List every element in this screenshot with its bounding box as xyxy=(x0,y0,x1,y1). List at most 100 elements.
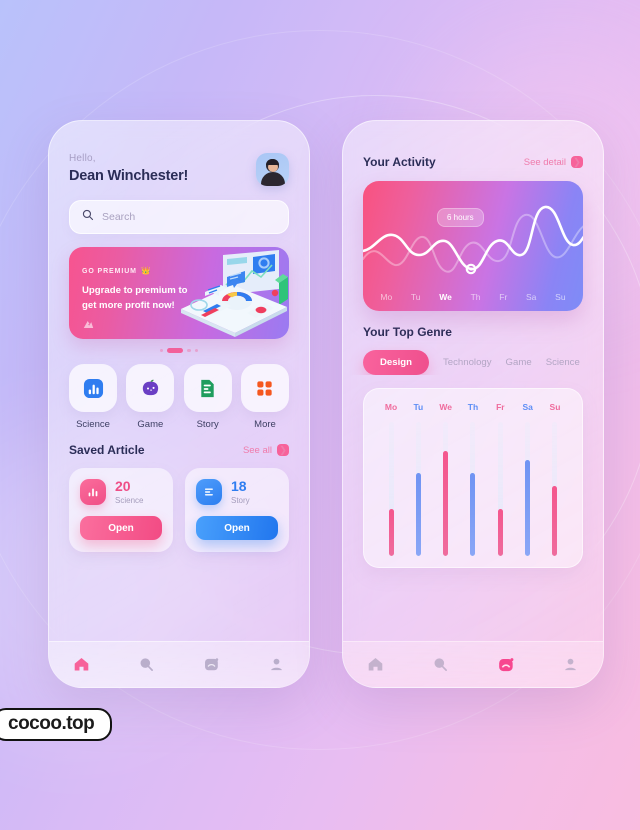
category-item-more[interactable]: More xyxy=(240,364,289,430)
bar-day-label: Sa xyxy=(522,402,533,412)
saved-article-list: 20 Science Open 18 Story Open xyxy=(49,457,309,552)
profile-icon xyxy=(565,658,576,671)
genre-title: Your Top Genre xyxy=(363,325,452,339)
tab-design[interactable]: Design xyxy=(363,350,429,375)
see-all-link[interactable]: See all ❯ xyxy=(243,444,289,456)
avatar-hair xyxy=(266,159,279,165)
bar-fill xyxy=(388,509,394,556)
bar-fill xyxy=(443,451,449,556)
activity-icon xyxy=(205,658,219,671)
saved-article-card[interactable]: 20 Science Open xyxy=(69,468,173,552)
carousel-dot-active[interactable] xyxy=(167,348,184,353)
bar-tu[interactable] xyxy=(409,422,427,556)
bar-th[interactable] xyxy=(464,422,482,556)
see-all-label: See all xyxy=(242,444,272,456)
bar-su[interactable] xyxy=(546,422,564,556)
open-button[interactable]: Open xyxy=(80,516,162,540)
nav-item-profile[interactable] xyxy=(266,654,288,676)
banner-line-2: get more profit now! xyxy=(82,299,175,311)
article-count: 20 xyxy=(115,478,131,494)
saved-article-card[interactable]: 18 Story Open xyxy=(185,468,289,552)
nav-item-profile[interactable] xyxy=(560,654,582,676)
premium-banner[interactable]: GO PREMIUM 👑 Upgrade to premium to get m… xyxy=(69,247,289,339)
carousel-dot[interactable] xyxy=(159,348,164,353)
category-item-science[interactable]: Science xyxy=(69,364,117,430)
bar-chart-day-labels: Mo Tu We Th Fr Sa Su xyxy=(376,402,570,412)
bar-track xyxy=(470,422,476,556)
article-label: Science xyxy=(115,496,144,505)
bar-fill xyxy=(470,472,476,556)
avatar[interactable] xyxy=(256,153,289,186)
bar-mo[interactable] xyxy=(382,422,400,556)
bar-fr[interactable] xyxy=(491,422,509,556)
day-label: Su xyxy=(555,292,566,302)
bar-track xyxy=(525,422,531,556)
watermark: cocoo.top xyxy=(0,708,113,741)
see-detail-link[interactable]: See detail ❯ xyxy=(524,156,583,168)
nav-item-search[interactable] xyxy=(430,654,452,676)
saved-article-header: Saved Article See all ❯ xyxy=(49,430,309,457)
profile-icon xyxy=(271,658,282,671)
bar-sa[interactable] xyxy=(519,422,537,556)
banner-kicker-row: GO PREMIUM 👑 xyxy=(82,260,219,278)
search-placeholder: Search xyxy=(102,211,136,223)
category-label: Science xyxy=(76,419,110,430)
home-icon xyxy=(74,658,89,671)
bar-day-label: Mo xyxy=(384,402,398,412)
nav-item-home[interactable] xyxy=(365,654,387,676)
bar-day-label: We xyxy=(439,402,452,412)
day-label: Fr xyxy=(499,292,508,302)
genre-tab-list: Design Technology Game Science xyxy=(343,339,603,375)
category-label: More xyxy=(254,419,276,430)
chevron-right-icon: ❯ xyxy=(571,156,583,168)
greeting-row: Hello, Dean Winchester! xyxy=(49,121,309,186)
article-count: 18 xyxy=(231,478,247,494)
bar-day-label: Su xyxy=(549,402,561,412)
banner-text-block: GO PREMIUM 👑 Upgrade to premium to get m… xyxy=(69,247,219,312)
category-item-game[interactable]: Game xyxy=(126,364,175,430)
category-label: Story xyxy=(196,419,219,430)
activity-icon xyxy=(498,657,513,671)
greeting-hello: Hello, xyxy=(69,153,96,164)
tab-game[interactable]: Game xyxy=(506,357,532,368)
day-label: Sa xyxy=(526,292,537,302)
bar-fill xyxy=(497,509,503,556)
bar-we[interactable] xyxy=(437,422,455,556)
home-icon xyxy=(368,658,383,671)
bar-fill xyxy=(525,459,531,556)
nav-item-activity-active[interactable] xyxy=(495,654,517,676)
bar-track xyxy=(388,422,394,556)
banner-line-1: Upgrade to premium to xyxy=(82,285,188,296)
category-item-story[interactable]: Story xyxy=(183,364,232,430)
bar-day-label: Th xyxy=(467,402,479,412)
chevron-right-icon: ❯ xyxy=(277,444,289,456)
search-input[interactable]: Search xyxy=(69,200,289,234)
bar-day-label: Fr xyxy=(496,402,505,412)
article-card-meta: 20 Science xyxy=(115,479,143,505)
category-tile xyxy=(126,364,175,412)
bottom-nav-right xyxy=(343,641,603,687)
genre-header: Your Top Genre xyxy=(343,311,603,339)
carousel-dot[interactable] xyxy=(194,348,199,353)
nav-item-activity[interactable] xyxy=(201,654,223,676)
tab-science[interactable]: Science xyxy=(546,357,580,368)
category-tile xyxy=(240,364,289,412)
carousel-dot[interactable] xyxy=(187,348,191,353)
search-icon xyxy=(82,208,94,226)
nav-item-search[interactable] xyxy=(136,654,158,676)
bar-fill xyxy=(415,472,421,556)
nav-item-home[interactable] xyxy=(71,654,93,676)
bar-track xyxy=(552,422,558,556)
search-icon xyxy=(140,658,153,671)
bar-track xyxy=(443,422,449,556)
article-label: Story xyxy=(231,496,250,505)
document-icon xyxy=(201,379,214,397)
tab-technology[interactable]: Technology xyxy=(443,357,492,368)
see-detail-label: See detail xyxy=(523,156,566,168)
open-button[interactable]: Open xyxy=(196,516,278,540)
article-card-top: 18 Story xyxy=(196,479,278,505)
document-icon xyxy=(196,479,222,505)
genre-bar-chart[interactable]: Mo Tu We Th Fr Sa Su xyxy=(363,388,583,568)
bar-day-label: Tu xyxy=(413,402,424,412)
activity-line-chart[interactable]: 6 hours Mo Tu We Th Fr Sa Su xyxy=(363,181,583,311)
